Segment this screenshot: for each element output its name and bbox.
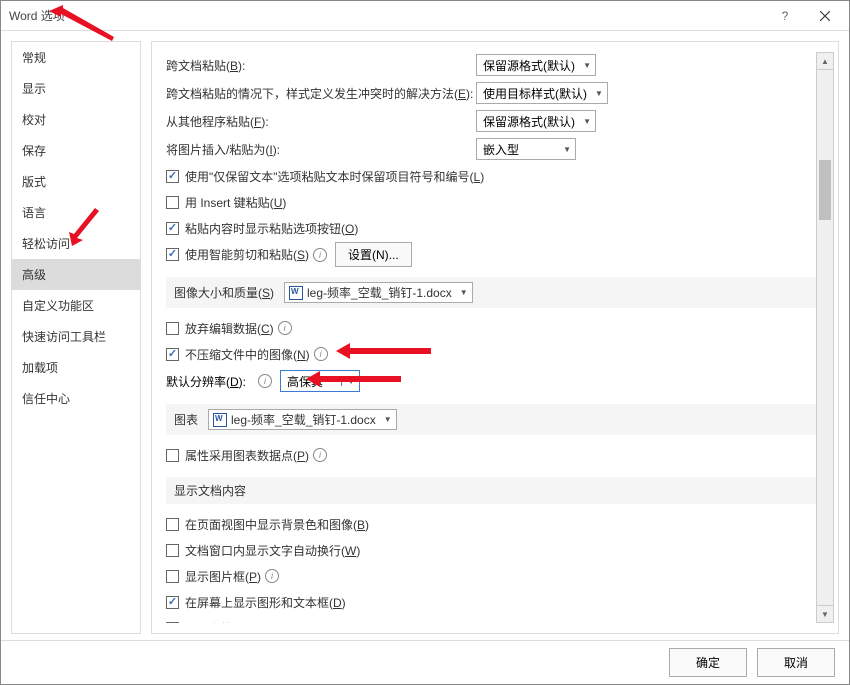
dialog-footer: 确定 取消 bbox=[1, 640, 849, 684]
scroll-track[interactable] bbox=[816, 70, 834, 605]
show-drawings-checkbox[interactable] bbox=[166, 596, 179, 609]
chevron-down-icon: ▼ bbox=[583, 117, 591, 126]
keep-bullets-checkbox[interactable] bbox=[166, 170, 179, 183]
chart-header: 图表 leg-频率_空载_销钉-1.docx▼ bbox=[166, 404, 816, 435]
sidebar-item[interactable]: 信任中心 bbox=[12, 383, 140, 414]
discard-edit-data-checkbox[interactable] bbox=[166, 322, 179, 335]
scroll-up-button[interactable]: ▲ bbox=[816, 52, 834, 70]
chevron-down-icon: ▼ bbox=[384, 415, 392, 424]
image-quality-header: 图像大小和质量(S) leg-频率_空载_销钉-1.docx▼ bbox=[166, 277, 816, 308]
titlebar: Word 选项 ? bbox=[1, 1, 849, 31]
close-button[interactable] bbox=[805, 2, 845, 30]
sidebar-item[interactable]: 加载项 bbox=[12, 352, 140, 383]
category-sidebar: 常规显示校对保存版式语言轻松访问高级自定义功能区快速访问工具栏加载项信任中心 bbox=[11, 41, 141, 634]
settings-button[interactable]: 设置(N)... bbox=[335, 242, 412, 267]
chevron-down-icon: ▼ bbox=[341, 377, 355, 386]
word-options-dialog: Word 选项 ? 常规显示校对保存版式语言轻松访问高级自定义功能区快速访问工具… bbox=[0, 0, 850, 685]
sidebar-item[interactable]: 自定义功能区 bbox=[12, 290, 140, 321]
chevron-down-icon: ▼ bbox=[460, 288, 468, 297]
info-icon[interactable]: i bbox=[265, 569, 279, 583]
other-program-paste-dropdown[interactable]: 保留源格式(默认)▼ bbox=[476, 110, 596, 132]
sidebar-item[interactable]: 高级 bbox=[12, 259, 140, 290]
sidebar-item[interactable]: 版式 bbox=[12, 166, 140, 197]
default-resolution-dropdown[interactable]: 高保真▼ bbox=[280, 370, 360, 392]
close-icon bbox=[820, 11, 830, 21]
sidebar-item[interactable]: 校对 bbox=[12, 104, 140, 135]
insert-key-paste-checkbox[interactable] bbox=[166, 196, 179, 209]
info-icon[interactable]: i bbox=[258, 374, 272, 388]
chevron-down-icon: ▼ bbox=[563, 145, 571, 154]
chart-datapoint-props-checkbox[interactable] bbox=[166, 449, 179, 462]
no-compress-images-checkbox[interactable] bbox=[166, 348, 179, 361]
info-icon[interactable]: i bbox=[314, 347, 328, 361]
image-insert-dropdown[interactable]: 嵌入型▼ bbox=[476, 138, 576, 160]
show-bg-checkbox[interactable] bbox=[166, 518, 179, 531]
sidebar-item[interactable]: 语言 bbox=[12, 197, 140, 228]
image-quality-doc-dropdown[interactable]: leg-频率_空载_销钉-1.docx▼ bbox=[284, 282, 473, 303]
word-doc-icon bbox=[213, 413, 227, 427]
scroll-down-button[interactable]: ▼ bbox=[816, 605, 834, 623]
sidebar-item[interactable]: 保存 bbox=[12, 135, 140, 166]
sidebar-item[interactable]: 轻松访问 bbox=[12, 228, 140, 259]
display-content-header: 显示文档内容 bbox=[166, 477, 816, 504]
wrap-text-checkbox[interactable] bbox=[166, 544, 179, 557]
chart-doc-dropdown[interactable]: leg-频率_空载_销钉-1.docx▼ bbox=[208, 409, 397, 430]
ok-button[interactable]: 确定 bbox=[669, 648, 747, 677]
show-paste-options-checkbox[interactable] bbox=[166, 222, 179, 235]
scroll-thumb[interactable] bbox=[819, 160, 831, 220]
cross-doc-paste-dropdown[interactable]: 保留源格式(默认)▼ bbox=[476, 54, 596, 76]
cancel-button[interactable]: 取消 bbox=[757, 648, 835, 677]
dialog-title: Word 选项 bbox=[9, 7, 765, 24]
chevron-down-icon: ▼ bbox=[583, 61, 591, 70]
sidebar-item[interactable]: 显示 bbox=[12, 73, 140, 104]
chevron-down-icon: ▼ bbox=[595, 89, 603, 98]
show-bookmarks-checkbox[interactable] bbox=[166, 622, 179, 624]
vertical-scrollbar[interactable]: ▲ ▼ bbox=[816, 52, 834, 623]
info-icon[interactable]: i bbox=[313, 448, 327, 462]
info-icon[interactable]: i bbox=[313, 248, 327, 262]
info-icon[interactable]: i bbox=[278, 321, 292, 335]
conflict-paste-dropdown[interactable]: 使用目标样式(默认)▼ bbox=[476, 82, 608, 104]
options-panel: 跨文档粘贴(B): 保留源格式(默认)▼ 跨文档粘贴的情况下，样式定义发生冲突时… bbox=[151, 41, 839, 634]
main-area: 常规显示校对保存版式语言轻松访问高级自定义功能区快速访问工具栏加载项信任中心 跨… bbox=[1, 31, 849, 640]
sidebar-item[interactable]: 快速访问工具栏 bbox=[12, 321, 140, 352]
sidebar-item[interactable]: 常规 bbox=[12, 42, 140, 73]
show-placeholder-checkbox[interactable] bbox=[166, 570, 179, 583]
word-doc-icon bbox=[289, 286, 303, 300]
smart-cut-paste-checkbox[interactable] bbox=[166, 248, 179, 261]
help-button[interactable]: ? bbox=[765, 2, 805, 30]
